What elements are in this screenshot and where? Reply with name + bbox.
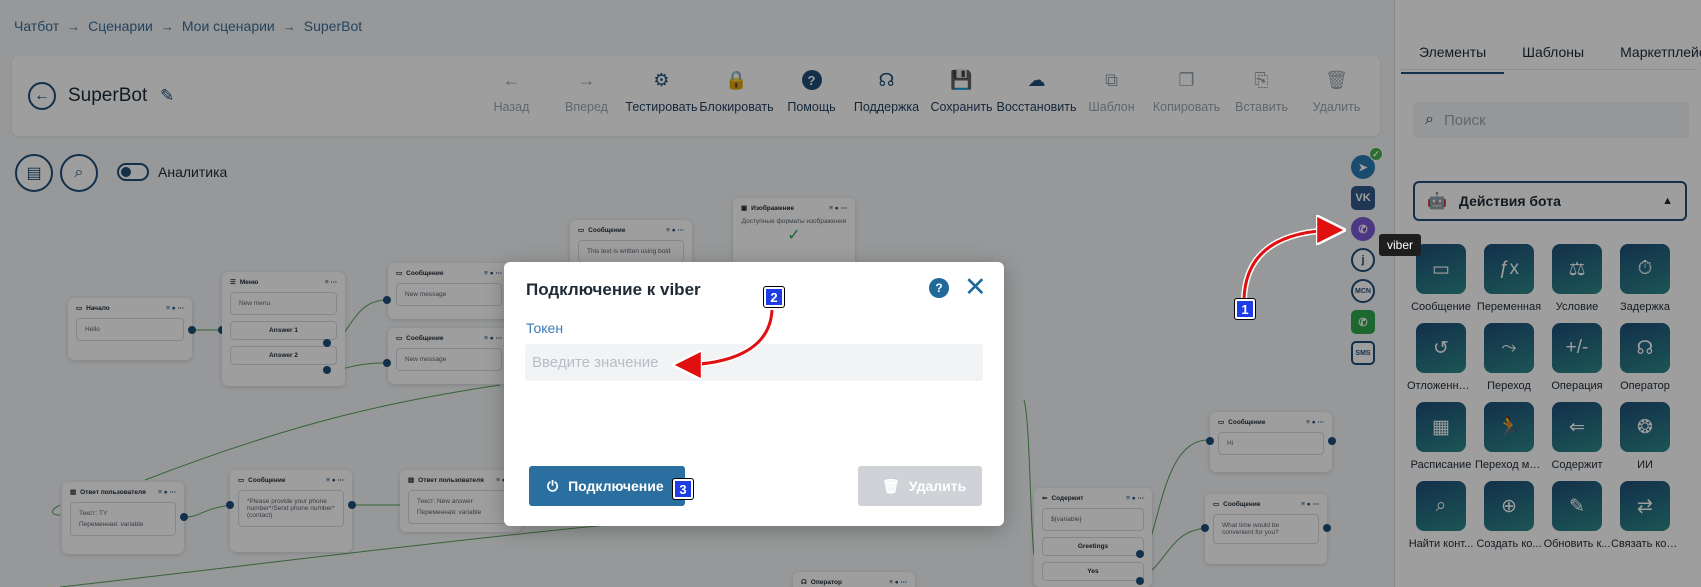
viber-tooltip: viber (1379, 234, 1422, 256)
delete-button[interactable]: 🗑 Удалить (858, 466, 982, 506)
annotation-badge: 2 (763, 286, 785, 308)
token-input[interactable] (525, 344, 983, 381)
token-label: Токен (526, 320, 564, 336)
viber-connect-dialog: Подключение к viber ? ✕ Токен ⏻ Подключе… (504, 262, 1004, 526)
dialog-title: Подключение к viber (526, 280, 701, 299)
power-icon: ⏻ (547, 477, 559, 494)
annotation-badge: 3 (672, 478, 694, 500)
annotation-badge: 1 (1234, 298, 1256, 320)
help-icon[interactable]: ? (929, 278, 949, 298)
connect-label: Подключение (568, 478, 664, 494)
close-icon[interactable]: ✕ (964, 274, 987, 301)
delete-label: Удалить (908, 478, 967, 494)
connect-button[interactable]: ⏻ Подключение (529, 466, 685, 506)
trash-icon: 🗑 (882, 477, 900, 494)
